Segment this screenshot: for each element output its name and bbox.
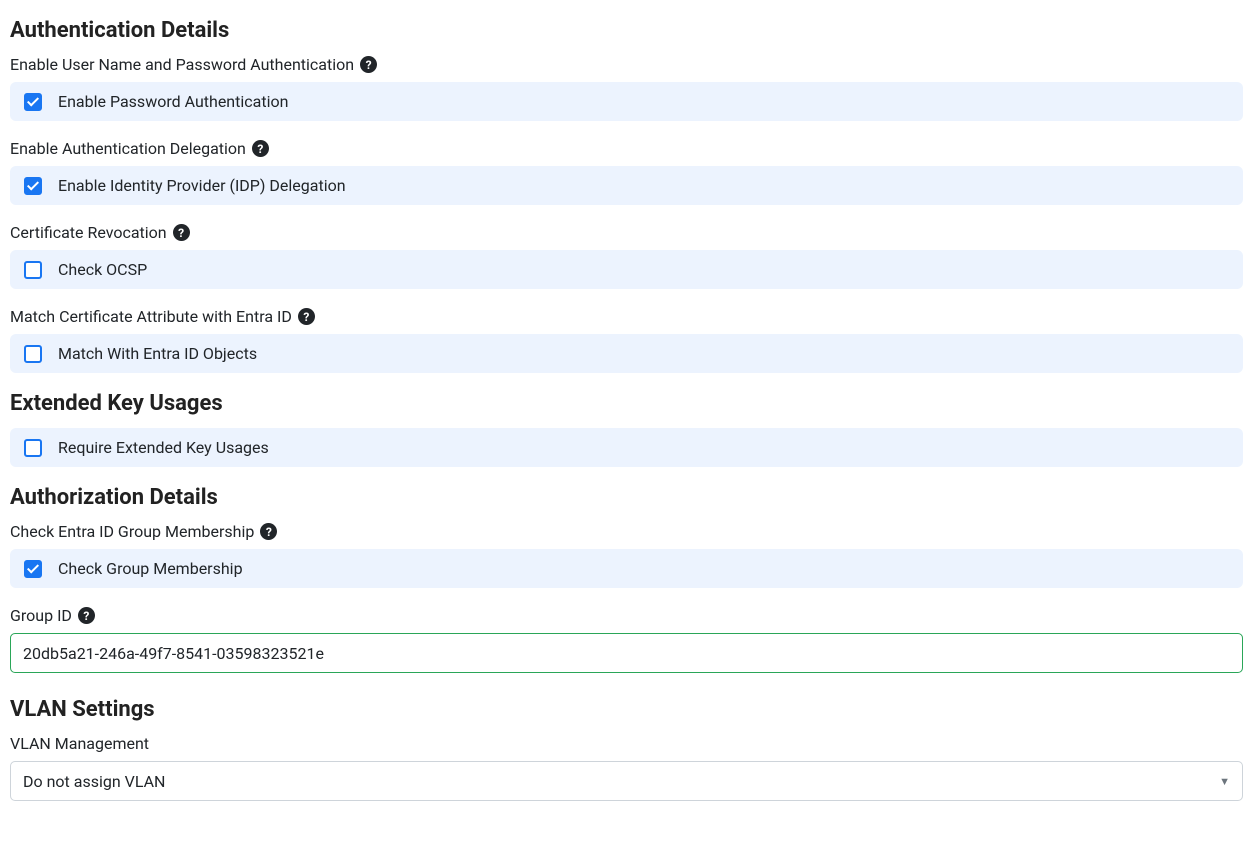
help-icon[interactable]: ?: [298, 308, 315, 325]
vlan-mgmt-label: VLAN Management: [10, 734, 149, 753]
chevron-down-icon: ▼: [1219, 775, 1230, 788]
vlan-mgmt-select[interactable]: Do not assign VLAN ▼: [10, 761, 1243, 801]
check-ocsp-checkbox[interactable]: [24, 261, 42, 279]
enable-password-auth-row: Enable Password Authentication: [10, 82, 1243, 121]
match-entra-objects-label: Match With Entra ID Objects: [58, 344, 257, 363]
match-entra-objects-checkbox[interactable]: [24, 345, 42, 363]
enable-idp-delegation-checkbox[interactable]: [24, 177, 42, 195]
match-cert-attr-label: Match Certificate Attribute with Entra I…: [10, 307, 292, 326]
check-group-label: Check Entra ID Group Membership: [10, 522, 254, 541]
username-password-label: Enable User Name and Password Authentica…: [10, 55, 354, 74]
help-icon[interactable]: ?: [78, 607, 95, 624]
auth-delegation-label: Enable Authentication Delegation: [10, 139, 246, 158]
enable-idp-delegation-row: Enable Identity Provider (IDP) Delegatio…: [10, 166, 1243, 205]
help-icon[interactable]: ?: [260, 523, 277, 540]
check-ocsp-row: Check OCSP: [10, 250, 1243, 289]
check-group-membership-checkbox[interactable]: [24, 560, 42, 578]
enable-password-auth-label: Enable Password Authentication: [58, 92, 288, 111]
ext-key-usages-heading: Extended Key Usages: [10, 391, 1243, 416]
vlan-mgmt-selected: Do not assign VLAN: [23, 772, 165, 791]
check-ocsp-label: Check OCSP: [58, 260, 147, 279]
cert-revocation-label: Certificate Revocation: [10, 223, 167, 242]
username-password-label-row: Enable User Name and Password Authentica…: [10, 55, 1243, 74]
help-icon[interactable]: ?: [173, 224, 190, 241]
vlan-settings-heading: VLAN Settings: [10, 697, 1243, 722]
check-group-membership-label: Check Group Membership: [58, 559, 243, 578]
match-entra-objects-row: Match With Entra ID Objects: [10, 334, 1243, 373]
auth-details-heading: Authentication Details: [10, 18, 1243, 43]
match-cert-attr-label-row: Match Certificate Attribute with Entra I…: [10, 307, 1243, 326]
check-group-label-row: Check Entra ID Group Membership ?: [10, 522, 1243, 541]
enable-password-auth-checkbox[interactable]: [24, 93, 42, 111]
cert-revocation-label-row: Certificate Revocation ?: [10, 223, 1243, 242]
group-id-input[interactable]: [10, 633, 1243, 673]
authz-details-heading: Authorization Details: [10, 485, 1243, 510]
group-id-label-row: Group ID ?: [10, 606, 1243, 625]
check-group-membership-row: Check Group Membership: [10, 549, 1243, 588]
require-eku-checkbox[interactable]: [24, 439, 42, 457]
require-eku-label: Require Extended Key Usages: [58, 438, 269, 457]
require-eku-row: Require Extended Key Usages: [10, 428, 1243, 467]
help-icon[interactable]: ?: [252, 140, 269, 157]
help-icon[interactable]: ?: [360, 56, 377, 73]
vlan-mgmt-label-row: VLAN Management: [10, 734, 1243, 753]
group-id-label: Group ID: [10, 606, 72, 625]
enable-idp-delegation-label: Enable Identity Provider (IDP) Delegatio…: [58, 176, 346, 195]
auth-delegation-label-row: Enable Authentication Delegation ?: [10, 139, 1243, 158]
